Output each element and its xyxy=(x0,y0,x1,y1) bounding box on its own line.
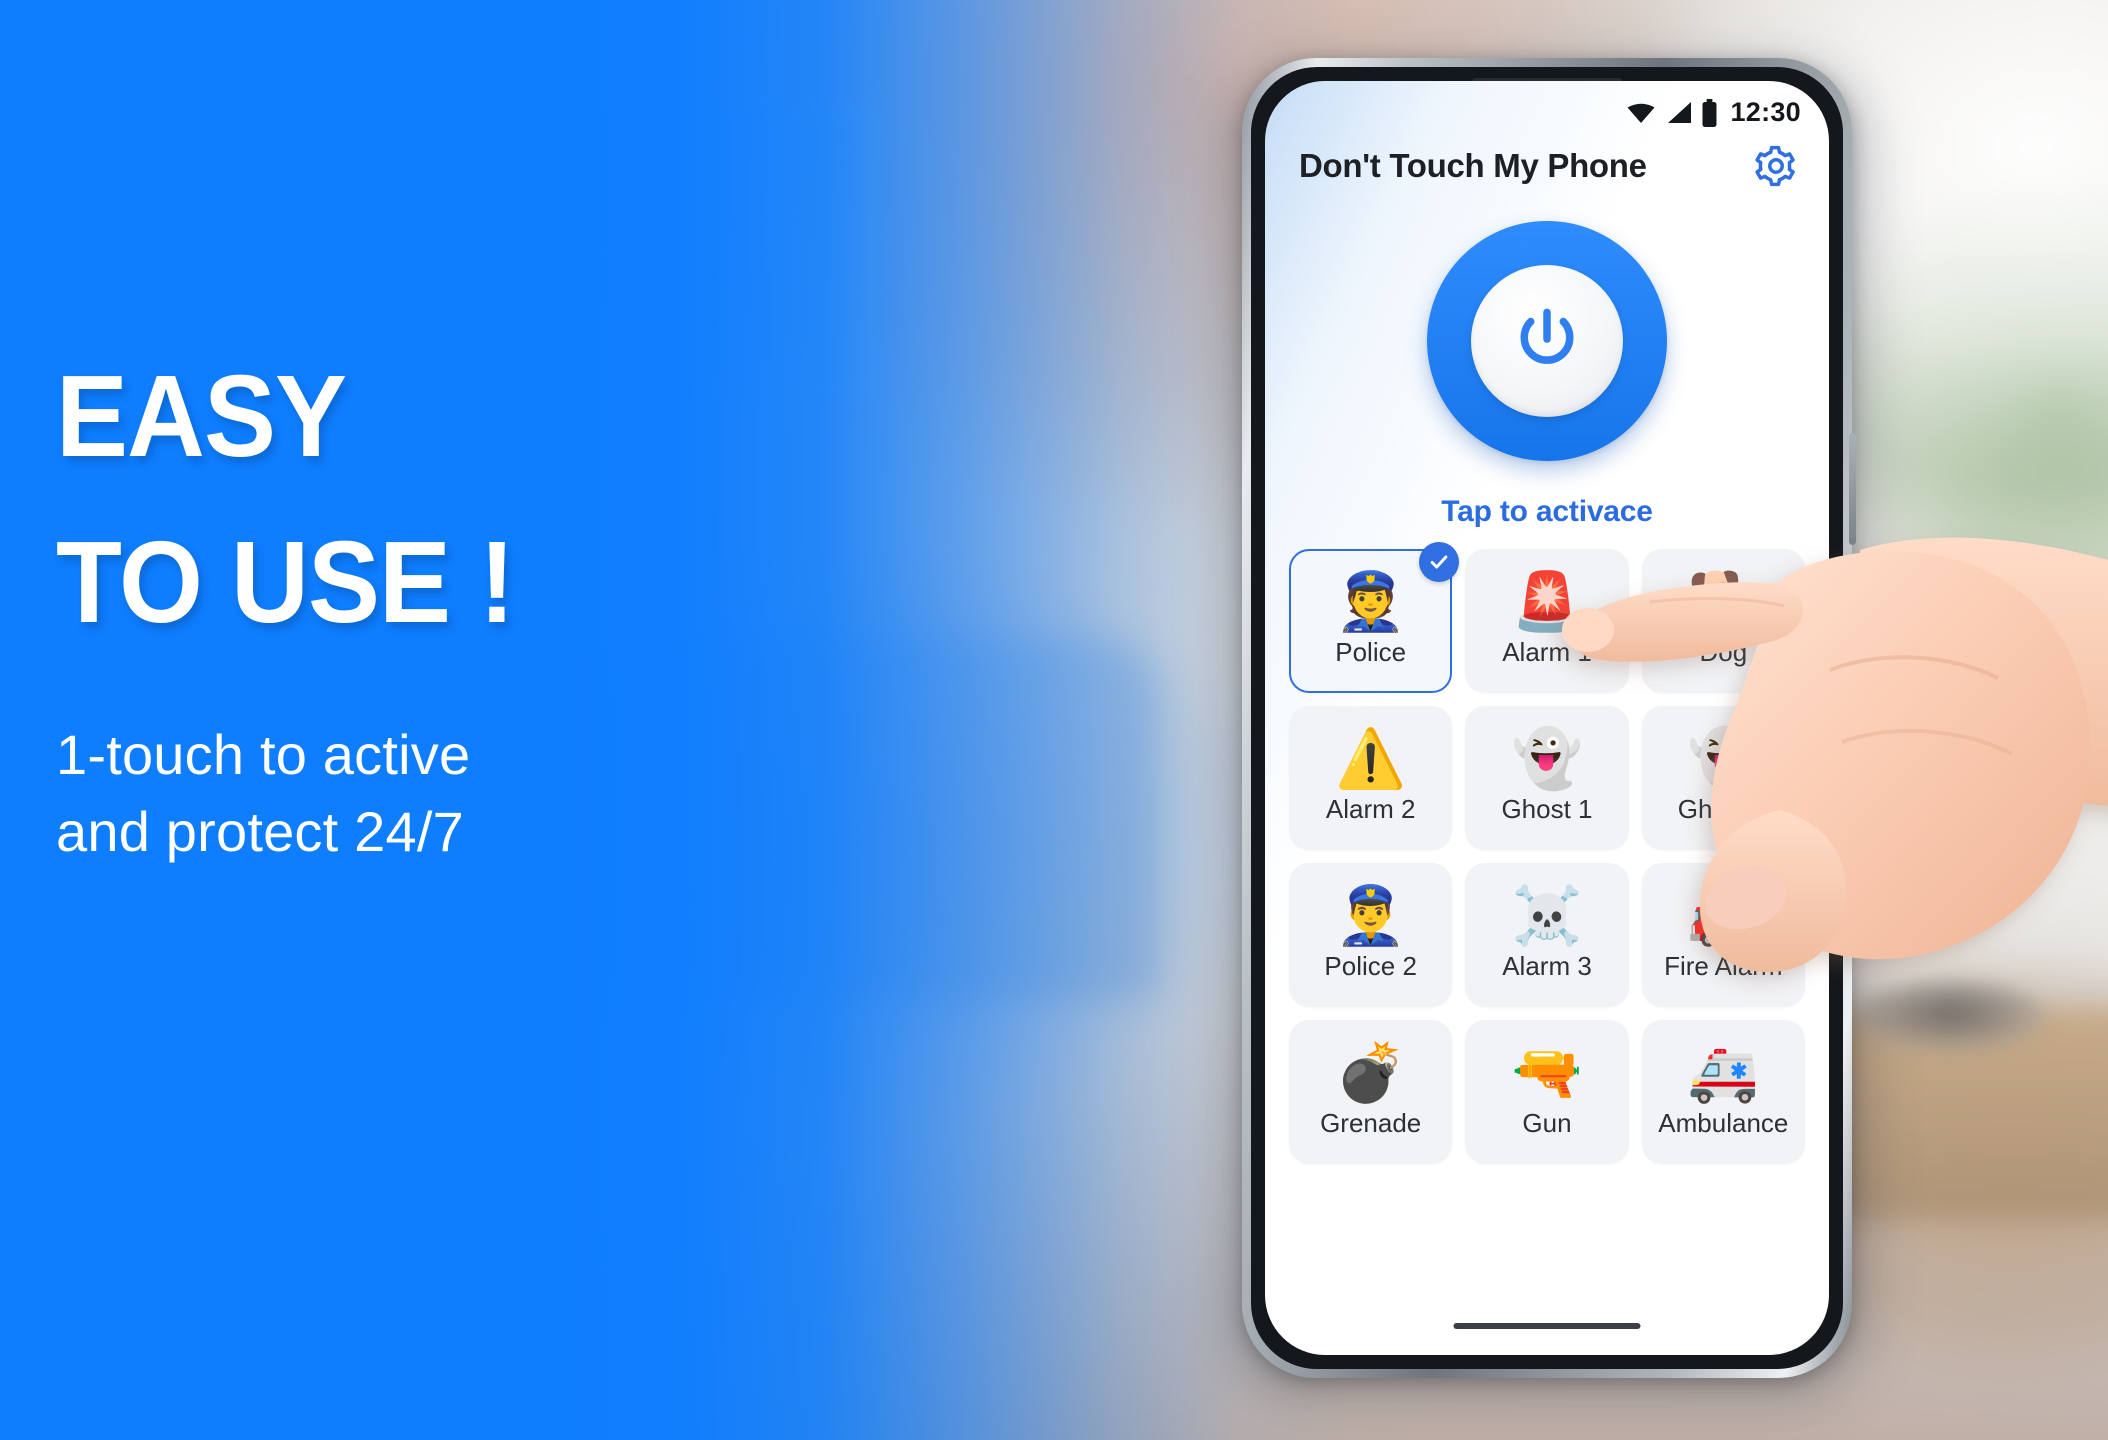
gun-icon: 🔫 xyxy=(1511,1041,1583,1105)
siren-light-icon: 🚨 xyxy=(1511,570,1583,634)
skull-hazard-icon: ☠️ xyxy=(1511,884,1583,948)
gear-icon xyxy=(1755,145,1795,187)
home-indicator-bar xyxy=(1453,1323,1641,1329)
cellular-signal-icon xyxy=(1668,102,1692,123)
sound-tile-dog[interactable]: 🐕 Dog xyxy=(1641,549,1805,693)
sound-tile-ambulance[interactable]: 🚑 Ambulance xyxy=(1641,1020,1805,1164)
power-button[interactable] xyxy=(1427,221,1667,461)
settings-button[interactable] xyxy=(1753,143,1799,189)
sound-tile-label: Grenade xyxy=(1320,1108,1422,1138)
selected-badge xyxy=(1419,542,1460,582)
sound-tile-police[interactable]: 👮 Police xyxy=(1289,542,1460,693)
sound-tile-label: Ghost 2 xyxy=(1677,794,1769,824)
ghost-scream-icon: 👻 xyxy=(1687,727,1759,791)
sound-grid: 👮 Police 🚨 Alarm 1 🐕 Dog ⚠️ Alarm 2 👻 Ghost 1 👻 Gho… xyxy=(1289,542,1805,1164)
promo-copy: EASY TO USE ! 1-touch to active and prot… xyxy=(56,351,816,870)
battery-full-icon xyxy=(1702,98,1717,127)
ambulance-icon: 🚑 xyxy=(1687,1041,1759,1105)
sound-tile-label: Fire Alarm xyxy=(1664,951,1783,981)
sound-tile-alarm-2[interactable]: ⚠️ Alarm 2 xyxy=(1289,706,1453,850)
app-title: Don't Touch My Phone xyxy=(1299,147,1647,184)
promo-banner: EASY TO USE ! 1-touch to active and prot… xyxy=(0,0,2108,1440)
app-header: Don't Touch My Phone xyxy=(1265,143,1829,189)
power-button-label: Tap to activace xyxy=(1441,495,1653,528)
sound-tile-label: Alarm 1 xyxy=(1502,637,1592,667)
phone-bezel: 12:30 Don't Touch My Phone Tap to activa… xyxy=(1251,67,1843,1369)
dog-icon: 🐕 xyxy=(1687,570,1759,634)
headline-line-2: TO USE ! xyxy=(56,516,515,647)
sound-tile-label: Police xyxy=(1335,637,1407,667)
fire-truck-icon: 🚒 xyxy=(1687,884,1759,948)
sound-tile-label: Gun xyxy=(1522,1108,1572,1138)
phone-frame: 12:30 Don't Touch My Phone Tap to activa… xyxy=(1242,58,1856,1378)
check-icon xyxy=(1430,555,1448,569)
subcopy-line-1: 1-touch to active xyxy=(56,723,471,787)
police-officer-2-icon: 👮‍♂️ xyxy=(1335,884,1407,948)
warning-triangle-icon: ⚠️ xyxy=(1335,727,1407,791)
subcopy: 1-touch to active and protect 24/7 xyxy=(56,717,816,869)
power-button-core xyxy=(1471,265,1623,417)
sound-tile-police-2[interactable]: 👮‍♂️ Police 2 xyxy=(1289,863,1453,1007)
sound-tile-alarm-1[interactable]: 🚨 Alarm 1 xyxy=(1465,549,1629,693)
sound-tile-label: Dog xyxy=(1699,637,1748,667)
sound-tile-label: Ambulance xyxy=(1658,1108,1789,1138)
phone-screen: 12:30 Don't Touch My Phone Tap to activa… xyxy=(1265,81,1829,1355)
wifi-icon xyxy=(1627,103,1655,123)
sound-tile-ghost-2[interactable]: 👻 Ghost 2 xyxy=(1641,706,1805,850)
sound-tile-alarm-3[interactable]: ☠️ Alarm 3 xyxy=(1465,863,1629,1007)
ghost-happy-icon: 👻 xyxy=(1511,727,1583,791)
status-bar-time: 12:30 xyxy=(1730,97,1801,127)
sound-tile-label: Alarm 3 xyxy=(1502,951,1592,981)
phone-side-button[interactable] xyxy=(1849,433,1856,545)
headline-line-1: EASY xyxy=(56,351,347,481)
sound-tile-label: Ghost 1 xyxy=(1501,794,1593,824)
sound-tile-gun[interactable]: 🔫 Gun xyxy=(1465,1020,1629,1164)
police-officer-icon: 👮 xyxy=(1335,570,1407,634)
sound-tile-label: Alarm 2 xyxy=(1325,794,1416,824)
sound-tile-grenade[interactable]: 💣 Grenade xyxy=(1289,1020,1453,1164)
power-icon xyxy=(1520,308,1574,364)
subcopy-line-2: and protect 24/7 xyxy=(56,799,464,863)
sound-tile-ghost-1[interactable]: 👻 Ghost 1 xyxy=(1465,706,1629,850)
sound-tile-label: Police 2 xyxy=(1324,951,1417,981)
power-section: Tap to activace xyxy=(1265,221,1829,529)
status-bar: 12:30 xyxy=(1626,97,1801,128)
sound-tile-fire-alarm[interactable]: 🚒 Fire Alarm xyxy=(1641,863,1805,1007)
phone-mockup: 12:30 Don't Touch My Phone Tap to activa… xyxy=(1228,58,1866,1396)
grenade-icon: 💣 xyxy=(1335,1041,1407,1105)
